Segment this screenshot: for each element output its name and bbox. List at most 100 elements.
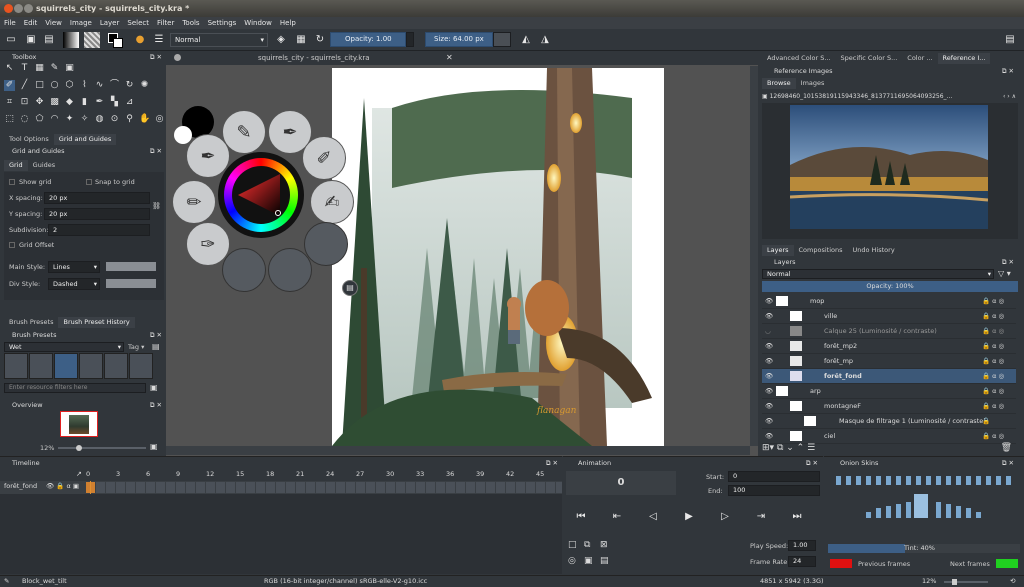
transform-tool-icon[interactable]: ⊡ [19,97,30,108]
timeline-layer-row[interactable]: forêt_fond 👁 🔒 α ▣ [0,481,562,494]
duplicate-frame-icon[interactable]: ⧉ [584,540,590,550]
onion-skin-bars[interactable] [834,474,1018,520]
overview-area[interactable] [4,411,162,443]
calligraphy-tool-icon[interactable]: ✎ [49,63,60,74]
eye-icon[interactable]: 👁 [765,432,773,440]
crop-tool-icon[interactable]: ⌗ [4,97,15,108]
ellipse-select-tool-icon[interactable]: ◌ [19,114,30,125]
close-window-icon[interactable] [4,4,13,13]
document-tab-title[interactable]: squirrels_city - squirrels_city.kra [258,54,369,62]
add-layer-icon[interactable]: ⊞▾ [762,443,774,453]
move-down-icon[interactable]: ⌄ [786,443,794,453]
add-frame-icon[interactable]: □ [568,540,577,550]
size-slider[interactable]: Size: 64.00 px [425,32,493,47]
tab-images[interactable]: Images [796,78,830,89]
layer-row[interactable]: 👁 Masque de filtrage 1 (Luminosité / cont… [762,414,1016,429]
preset-view-icon[interactable]: ▤ [152,342,160,351]
horizontal-scrollbar[interactable] [166,446,750,455]
layer-row[interactable]: 👁 mop 🔒 α ◎ [762,294,1016,309]
panel-close-icon[interactable]: ⧉ ✕ [150,52,162,62]
text-tool-icon[interactable]: T [19,63,30,74]
menu-window[interactable]: Window [240,17,276,29]
tab-reference-images[interactable]: Reference I... [937,53,991,64]
layer-row[interactable]: 👁 montagneF 🔒 α ◎ [762,399,1016,414]
dynamic-brush-tool-icon[interactable]: ↻ [124,80,135,91]
color-triangle[interactable] [232,166,290,224]
next-frames-color[interactable] [996,559,1018,568]
next-keyframe-icon[interactable]: ⇥ [754,510,768,524]
zoom-slider-handle[interactable] [952,579,957,585]
timeline-layer-icons[interactable]: 👁 🔒 α ▣ [46,482,79,490]
layer-row[interactable]: 👁 forêt_mp 🔒 α ◎ [762,354,1016,369]
tab-specific-color-selector[interactable]: Specific Color S... [836,53,903,64]
eye-icon[interactable]: 👁 [765,312,773,320]
popup-palette[interactable]: ✎ ✒ ✐ ✍ ✑ ✏ ✒ ▤ [170,104,358,298]
pan-tool-icon[interactable]: ✋ [139,114,150,125]
eraser-mode-icon[interactable]: ◈ [274,33,288,47]
rotation-icon[interactable]: ⟲ [1010,576,1015,587]
tab-brush-presets[interactable]: Brush Presets [4,317,58,328]
background-color-swatch[interactable] [113,38,123,48]
brush-preset-6[interactable] [129,353,153,379]
start-field[interactable]: 0 [728,471,820,482]
menu-file[interactable]: File [0,17,20,29]
show-grid-checkbox[interactable] [9,179,15,185]
snap-to-grid-checkbox[interactable] [86,179,92,185]
overview-zoom-slider[interactable] [58,445,146,451]
blend-mode-select[interactable]: Normal ▾ [170,33,268,47]
end-field[interactable]: 100 [728,485,820,496]
x-spacing-field[interactable]: 20 px [44,192,150,204]
layer-opacity-slider[interactable]: Opacity: 100% [762,281,1018,292]
gradient-selector-icon[interactable] [63,32,79,48]
brush-preset-2[interactable] [29,353,53,379]
layer-lock-icon[interactable]: 🔒 α ◎ [982,339,1004,354]
contiguous-select-tool-icon[interactable]: ✦ [64,114,75,125]
reload-preset-icon[interactable]: ↻ [313,33,327,47]
duplicate-layer-icon[interactable]: ⧉ [777,443,783,453]
panel-close-icon[interactable]: ⧉ ✕ [150,330,162,340]
tab-brush-preset-history[interactable]: Brush Preset History [58,317,135,328]
panel-close-icon[interactable]: ⧉ ✕ [150,400,162,410]
panel-close-icon[interactable]: ⧉ ✕ [806,458,818,468]
layer-lock-icon[interactable]: 🔒 [982,414,990,429]
new-document-icon[interactable]: ▭ [4,33,18,47]
assistant-tool-icon[interactable]: ▣ [64,63,75,74]
magnetic-select-tool-icon[interactable]: ⊙ [109,114,120,125]
zoom-tool-icon[interactable]: ⚲ [124,114,135,125]
grid-offset-checkbox[interactable] [9,242,15,248]
auto-frame-icon[interactable]: ▣ [584,556,593,566]
onion-skin-toggle-icon[interactable]: ◎ [568,556,576,566]
tint-slider[interactable]: Tint: 40% [828,544,1020,553]
layer-row[interactable]: 👁 ville 🔒 α ◎ [762,309,1016,324]
reference-path-bar[interactable]: ▣ 12698460_10153819115943346_81377116950… [762,91,1018,102]
save-filter-icon[interactable]: ▣ [150,383,158,392]
ellipse-tool-icon[interactable]: ○ [49,80,60,91]
line-tool-icon[interactable]: ╱ [19,80,30,91]
eye-icon[interactable]: 👁 [765,417,773,425]
panel-close-icon[interactable]: ⧉ ✕ [1002,458,1014,468]
tab-browse[interactable]: Browse [762,78,796,89]
menu-filter[interactable]: Filter [153,17,178,29]
subdivision-field[interactable]: 2 [48,224,150,236]
panel-close-icon[interactable]: ⧉ ✕ [1002,66,1014,76]
edit-shapes-tool-icon[interactable]: ▦ [34,63,45,74]
background-color-circle[interactable] [174,126,192,144]
freehand-path-tool-icon[interactable]: ⌒ [109,80,120,91]
next-frame-icon[interactable]: ▷ [718,510,732,524]
bezier-tool-icon[interactable]: ∿ [94,80,105,91]
previous-frame-icon[interactable]: ◁ [646,510,660,524]
menu-edit[interactable]: Edit [20,17,42,29]
tab-guides[interactable]: Guides [28,160,60,171]
eye-icon[interactable]: 👁 [765,297,773,305]
layer-row[interactable]: 👁 forêt_mp2 🔒 α ◎ [762,339,1016,354]
layer-blend-select[interactable]: Normal ▾ [762,269,994,279]
preset-slot-4[interactable]: ✍ [310,180,354,224]
overview-settings-icon[interactable]: ▣ [150,442,158,451]
layer-properties-icon[interactable]: ☰ [807,443,815,453]
zoom-slider-handle[interactable] [76,445,82,451]
preset-slot-5[interactable] [304,222,348,266]
tab-grid-and-guides[interactable]: Grid and Guides [53,134,117,145]
layer-lock-icon[interactable]: 🔒 α ◎ [982,369,1004,384]
brush-tool-icon[interactable]: ✐ [4,80,15,91]
main-style-color[interactable] [106,262,156,271]
